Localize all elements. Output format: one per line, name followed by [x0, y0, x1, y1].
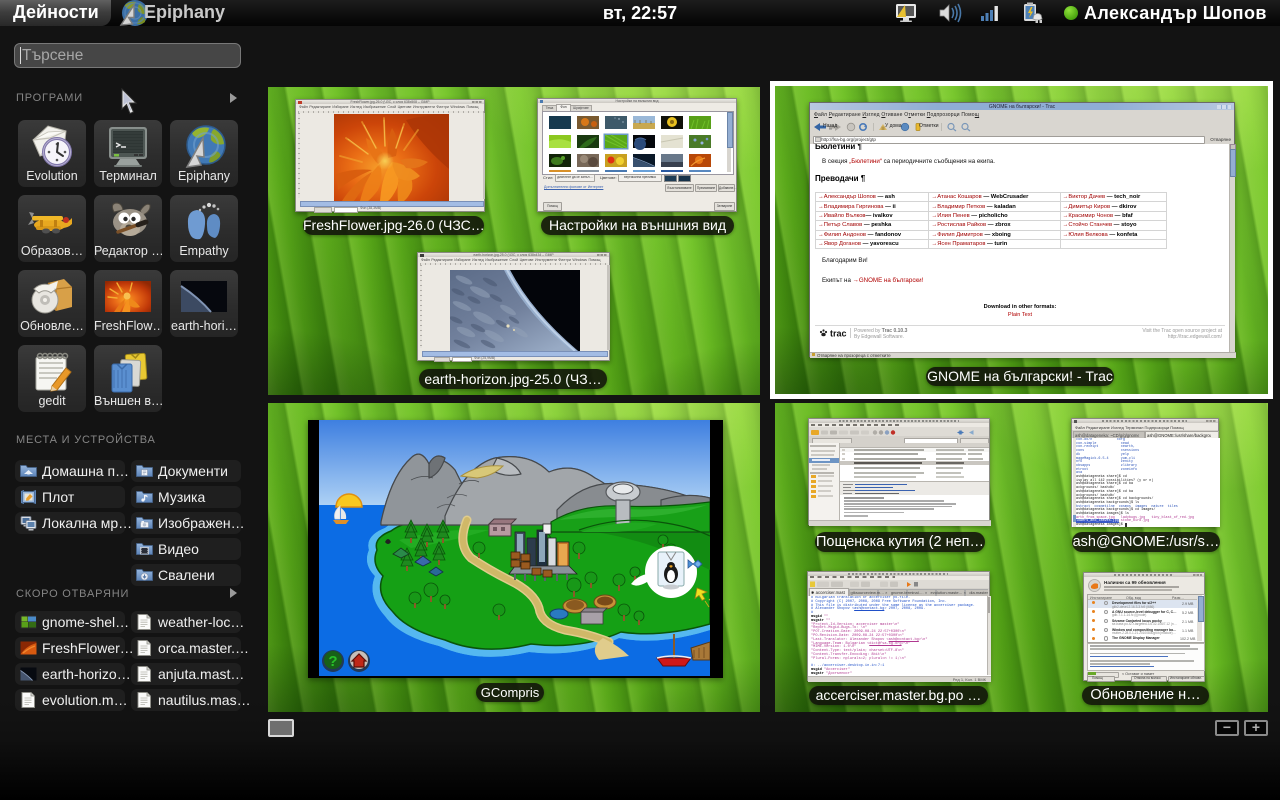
svg-text:?: ?	[328, 653, 337, 670]
svg-text:trac: trac	[830, 329, 847, 339]
